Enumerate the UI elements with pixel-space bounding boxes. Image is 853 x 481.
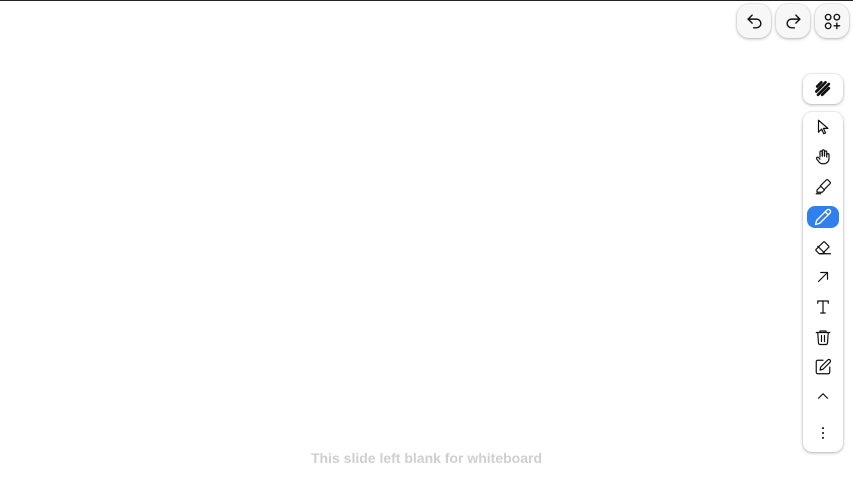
arrow-tool[interactable] xyxy=(807,266,839,288)
redo-icon xyxy=(785,13,801,29)
tool-palette xyxy=(803,112,843,452)
whiteboard-canvas[interactable]: This slide left blank for whiteboard xyxy=(0,0,853,481)
pointer-icon xyxy=(817,119,829,135)
collapse-toolbar-button[interactable] xyxy=(807,385,839,407)
style-panel-button[interactable] xyxy=(803,74,843,104)
hand-tool[interactable] xyxy=(807,146,839,168)
more-options-button[interactable] xyxy=(807,422,839,444)
delete-tool[interactable] xyxy=(807,326,839,348)
pencil-icon xyxy=(814,208,832,226)
more-vertical-icon xyxy=(821,427,825,439)
eraser-icon xyxy=(815,241,832,255)
text-icon xyxy=(817,300,829,314)
select-tool[interactable] xyxy=(807,116,839,138)
shapes-plus-icon xyxy=(824,13,840,29)
scribble-icon xyxy=(815,81,831,97)
trash-icon xyxy=(815,330,831,346)
edit-note-icon xyxy=(815,358,832,375)
undo-icon xyxy=(746,13,762,29)
chevron-up-icon xyxy=(817,393,829,399)
draw-tool[interactable] xyxy=(807,206,839,228)
note-tool[interactable] xyxy=(807,356,839,378)
hand-icon xyxy=(815,149,830,165)
add-shapes-button[interactable] xyxy=(815,4,849,38)
slide-caption: This slide left blank for whiteboard xyxy=(310,450,543,466)
eraser-tool[interactable] xyxy=(807,236,839,258)
highlighter-tool[interactable] xyxy=(807,176,839,198)
undo-button[interactable] xyxy=(737,4,771,38)
arrow-icon xyxy=(817,271,829,283)
text-tool[interactable] xyxy=(807,296,839,318)
redo-button[interactable] xyxy=(776,4,810,38)
highlighter-icon xyxy=(815,178,832,195)
